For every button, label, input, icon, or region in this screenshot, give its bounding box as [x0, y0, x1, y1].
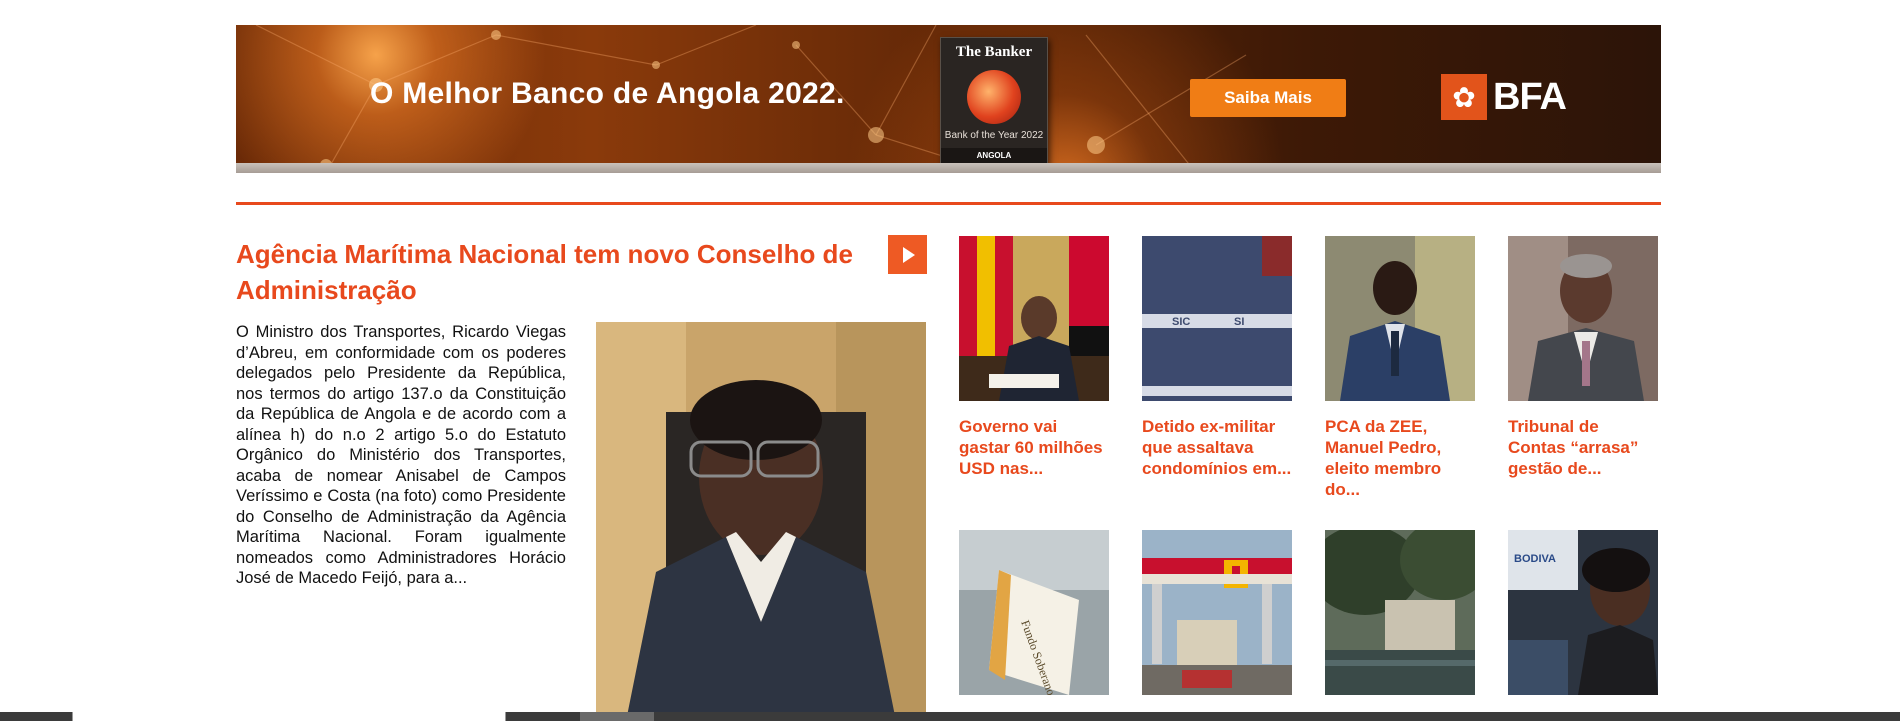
portrait-photo	[596, 322, 926, 721]
vest-text: SIC	[1172, 316, 1190, 328]
play-icon	[903, 246, 915, 263]
main-story-title[interactable]: Agência Marítima Nacional tem novo Conse…	[236, 236, 866, 308]
article-4-thumbnail[interactable]	[1508, 236, 1658, 401]
grid-article-3[interactable]: PCA da ZEE, Manuel Pedro, eleito membro …	[1325, 236, 1475, 500]
article-6-image	[1142, 530, 1292, 695]
grid-article-1[interactable]: Governo vai gastar 60 milhões USD nas...	[959, 236, 1109, 479]
article-2-thumbnail[interactable]: SIC SI	[1142, 236, 1292, 401]
main-story-body: O Ministro dos Transportes, Ricardo Vieg…	[236, 323, 566, 587]
main-story-photo[interactable]	[596, 322, 926, 721]
award-medal-icon	[967, 70, 1021, 124]
award-masthead: The Banker	[955, 44, 1033, 60]
bottom-tab[interactable]	[72, 712, 506, 721]
saiba-mais-button[interactable]: Saiba Mais	[1190, 79, 1346, 117]
bfa-logo: ✿ BFA	[1441, 74, 1567, 120]
banner-bottom-strip	[236, 163, 1661, 173]
article-7-image	[1325, 530, 1475, 695]
award-country: ANGOLA	[941, 148, 1047, 164]
article-3-thumbnail[interactable]	[1325, 236, 1475, 401]
bfa-banner-ad[interactable]: O Melhor Banco de Angola 2022. The Banke…	[236, 25, 1661, 173]
award-subtitle: Bank of the Year 2022	[944, 130, 1044, 141]
article-3-image	[1325, 236, 1475, 401]
bfa-flower-icon: ✿	[1441, 74, 1487, 120]
article-6-thumbnail[interactable]	[1142, 530, 1292, 695]
svg-text:SI: SI	[1234, 316, 1244, 328]
article-2-image: SIC SI	[1142, 236, 1292, 401]
bottom-bar-segment[interactable]	[580, 712, 654, 721]
banner-headline: O Melhor Banco de Angola 2022.	[370, 77, 845, 110]
section-divider	[236, 202, 1661, 205]
page-content: O Melhor Banco de Angola 2022. The Banke…	[236, 0, 1661, 721]
article-8-thumbnail[interactable]: BODIVA	[1508, 530, 1658, 695]
article-1-image	[959, 236, 1109, 401]
article-4-image	[1508, 236, 1658, 401]
article-7-thumbnail[interactable]	[1325, 530, 1475, 695]
article-5-thumbnail[interactable]: Fundo Soberano Angola	[959, 530, 1109, 695]
article-1-thumbnail[interactable]	[959, 236, 1109, 401]
bodiva-sign-text: BODIVA	[1514, 553, 1556, 565]
article-8-image: BODIVA	[1508, 530, 1658, 695]
grid-article-4[interactable]: Tribunal de Contas “arrasa” gestão de...	[1508, 236, 1658, 479]
article-3-caption[interactable]: PCA da ZEE, Manuel Pedro, eleito membro …	[1325, 416, 1475, 500]
article-4-caption[interactable]: Tribunal de Contas “arrasa” gestão de...	[1508, 416, 1658, 479]
bfa-brand-name: BFA	[1493, 75, 1567, 118]
article-2-caption[interactable]: Detido ex-militar que assaltava condomín…	[1142, 416, 1292, 479]
play-button[interactable]	[888, 235, 927, 274]
article-1-caption[interactable]: Governo vai gastar 60 milhões USD nas...	[959, 416, 1109, 479]
grid-article-2[interactable]: SIC SI Detido ex-militar que assaltava c…	[1142, 236, 1292, 479]
the-banker-award-badge: The Banker Bank of the Year 2022 ANGOLA	[940, 37, 1048, 165]
article-5-image: Fundo Soberano Angola	[959, 530, 1109, 695]
